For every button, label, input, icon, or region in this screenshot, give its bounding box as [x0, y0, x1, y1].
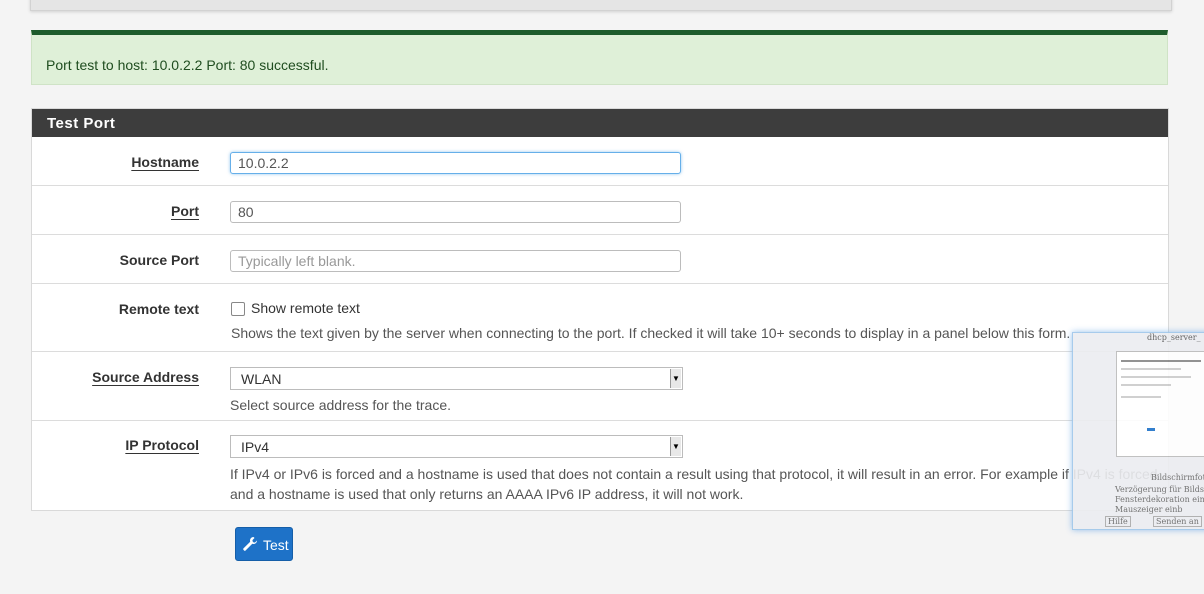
success-alert: Port test to host: 10.0.2.2 Port: 80 suc… [31, 30, 1168, 85]
thumbnail-preview [1116, 351, 1204, 457]
port-row: Port [32, 186, 1168, 235]
test-port-panel: Test Port Hostname Port Source Port Remo… [31, 108, 1169, 511]
thumbnail-line: Fensterdekoration ein [1115, 495, 1204, 504]
panel-title: Test Port [32, 109, 1168, 137]
test-button-label: Test [263, 537, 289, 553]
source-port-input[interactable] [230, 250, 681, 272]
source-address-row: Source Address WLAN ▼ Select source addr… [32, 352, 1168, 421]
hostname-label: Hostname [131, 154, 199, 170]
remote-text-checkbox[interactable] [231, 302, 245, 316]
test-button[interactable]: Test [235, 527, 293, 561]
thumbnail-title: dhcp_server_ [1147, 333, 1201, 342]
preview-line [1121, 360, 1201, 362]
alert-message: Port test to host: 10.0.2.2 Port: 80 suc… [46, 57, 329, 73]
ip-protocol-row: IP Protocol IPv4 ▼ If IPv4 or IPv6 is fo… [32, 421, 1168, 510]
source-address-select[interactable]: WLAN ▼ [230, 367, 683, 390]
remote-text-checkbox-label[interactable]: Show remote text [251, 300, 360, 316]
ip-protocol-help-line2: and a hostname is used that only returns… [230, 486, 744, 502]
thumbnail-line: Bildschirmfoto [1151, 473, 1204, 482]
preview-line [1121, 384, 1171, 386]
hostname-row: Hostname [32, 137, 1168, 186]
screenshot-tool-thumbnail[interactable]: dhcp_server_ Bildschirmfoto Verzögerung … [1072, 332, 1204, 530]
source-port-label: Source Port [119, 252, 199, 268]
source-address-help: Select source address for the trace. [230, 397, 451, 413]
preview-line [1121, 376, 1191, 378]
remote-text-row: Remote text Show remote text Shows the t… [32, 284, 1168, 352]
port-input[interactable] [230, 201, 681, 223]
source-address-label: Source Address [92, 369, 199, 385]
thumbnail-help-button[interactable]: Hilfe [1105, 516, 1131, 527]
thumbnail-line: Verzögerung für Bildsch [1115, 485, 1204, 494]
ip-protocol-help-line1: If IPv4 or IPv6 is forced and a hostname… [230, 466, 1158, 482]
ip-protocol-label: IP Protocol [125, 437, 199, 453]
chevron-down-icon: ▼ [670, 369, 681, 388]
remote-text-label: Remote text [118, 301, 199, 317]
top-panel-edge [30, 0, 1172, 11]
ip-protocol-select[interactable]: IPv4 ▼ [230, 435, 683, 458]
hostname-input[interactable] [230, 152, 681, 174]
preview-line [1121, 396, 1161, 398]
thumbnail-line: Mauszeiger einb [1115, 505, 1183, 514]
port-label: Port [171, 203, 199, 219]
source-address-selected: WLAN [241, 371, 282, 387]
thumbnail-send-button[interactable]: Senden an [1153, 516, 1202, 527]
chevron-down-icon: ▼ [670, 437, 681, 456]
wrench-icon [243, 537, 258, 551]
source-port-row: Source Port [32, 235, 1168, 284]
preview-line [1121, 368, 1181, 370]
preview-button [1147, 428, 1155, 431]
remote-text-help: Shows the text given by the server when … [231, 325, 1071, 341]
ip-protocol-selected: IPv4 [241, 439, 270, 455]
